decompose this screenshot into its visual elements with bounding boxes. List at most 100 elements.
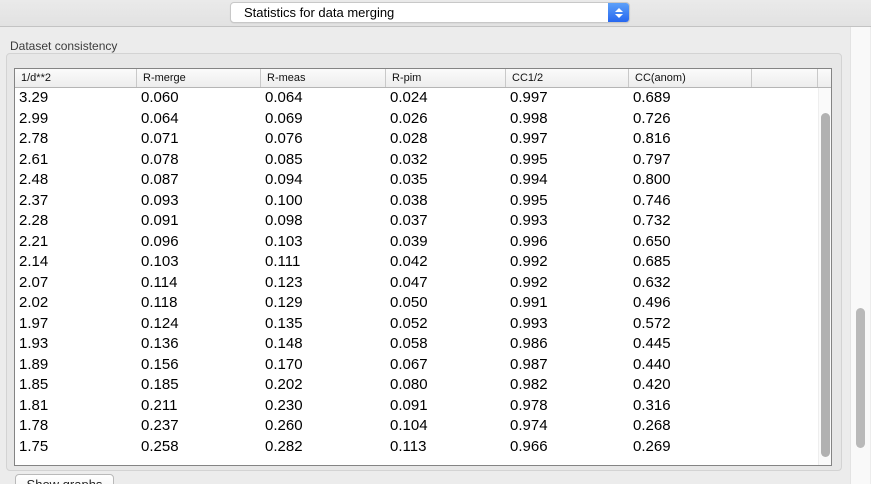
table-row[interactable]: 2.480.0870.0940.0350.9940.800 xyxy=(15,170,818,191)
table-cell: 0.028 xyxy=(386,129,506,150)
column-header-0[interactable]: 1/d**2 xyxy=(15,69,137,87)
table-cell: 0.050 xyxy=(386,293,506,314)
column-header-3[interactable]: R-pim xyxy=(386,69,506,87)
table-cell: 0.797 xyxy=(629,150,752,171)
table-cell: 0.269 xyxy=(629,437,752,458)
table-cell: 0.035 xyxy=(386,170,506,191)
table-row[interactable]: 1.970.1240.1350.0520.9930.572 xyxy=(15,314,818,335)
table-row[interactable]: 3.290.0600.0640.0240.9970.689 xyxy=(15,88,818,109)
table-cell: 2.48 xyxy=(15,170,137,191)
table-scrollbar-thumb[interactable] xyxy=(821,113,830,457)
table-cell: 0.042 xyxy=(386,252,506,273)
table-row[interactable]: 1.810.2110.2300.0910.9780.316 xyxy=(15,396,818,417)
table-row[interactable]: 2.370.0930.1000.0380.9950.746 xyxy=(15,191,818,212)
statistics-table: 1/d**2R-mergeR-measR-pimCC1/2CC(anom) 3.… xyxy=(14,68,832,466)
table-cell: 1.85 xyxy=(15,375,137,396)
table-row[interactable]: 2.070.1140.1230.0470.9920.632 xyxy=(15,273,818,294)
table-row[interactable]: 1.930.1360.1480.0580.9860.445 xyxy=(15,334,818,355)
popup-selected-value: Statistics for data merging xyxy=(244,3,394,22)
show-graphs-button[interactable]: Show graphs xyxy=(15,474,114,484)
table-cell: 0.038 xyxy=(386,191,506,212)
window-scrollbar-thumb[interactable] xyxy=(856,308,865,448)
table-cell: 0.992 xyxy=(506,252,629,273)
table-cell: 2.14 xyxy=(15,252,137,273)
table-cell: 0.420 xyxy=(629,375,752,396)
table-cell: 0.080 xyxy=(386,375,506,396)
table-cell: 0.071 xyxy=(137,129,261,150)
table-cell: 0.995 xyxy=(506,150,629,171)
chevron-up-down-icon xyxy=(608,3,629,22)
column-header-4[interactable]: CC1/2 xyxy=(506,69,629,87)
table-row[interactable]: 2.020.1180.1290.0500.9910.496 xyxy=(15,293,818,314)
table-cell: 0.992 xyxy=(506,273,629,294)
table-cell: 0.726 xyxy=(629,109,752,130)
statistics-popup-button[interactable]: Statistics for data merging xyxy=(230,2,630,23)
table-cell: 0.085 xyxy=(261,150,386,171)
table-cell: 0.098 xyxy=(261,211,386,232)
table-cell: 0.024 xyxy=(386,88,506,109)
table-cell: 0.114 xyxy=(137,273,261,294)
app-window: Statistics for data merging Dataset cons… xyxy=(0,0,871,484)
table-cell: 1.93 xyxy=(15,334,137,355)
table-cell: 1.75 xyxy=(15,437,137,458)
table-header: 1/d**2R-mergeR-measR-pimCC1/2CC(anom) xyxy=(15,69,831,88)
table-cell: 0.978 xyxy=(506,396,629,417)
table-cell: 0.997 xyxy=(506,88,629,109)
table-cell: 0.632 xyxy=(629,273,752,294)
table-row[interactable]: 2.140.1030.1110.0420.9920.685 xyxy=(15,252,818,273)
table-cell: 0.732 xyxy=(629,211,752,232)
table-cell: 0.111 xyxy=(261,252,386,273)
table-cell: 0.230 xyxy=(261,396,386,417)
table-cell: 0.993 xyxy=(506,211,629,232)
table-row[interactable]: 2.610.0780.0850.0320.9950.797 xyxy=(15,150,818,171)
table-cell: 0.185 xyxy=(137,375,261,396)
table-cell: 0.994 xyxy=(506,170,629,191)
table-cell: 0.746 xyxy=(629,191,752,212)
table-cell: 0.996 xyxy=(506,232,629,253)
column-header-5[interactable]: CC(anom) xyxy=(629,69,752,87)
column-header-1[interactable]: R-merge xyxy=(137,69,261,87)
table-cell: 2.21 xyxy=(15,232,137,253)
table-cell: 0.170 xyxy=(261,355,386,376)
table-cell: 0.268 xyxy=(629,416,752,437)
table-row[interactable]: 1.780.2370.2600.1040.9740.268 xyxy=(15,416,818,437)
table-row[interactable]: 2.210.0960.1030.0390.9960.650 xyxy=(15,232,818,253)
table-cell: 0.091 xyxy=(386,396,506,417)
table-row[interactable]: 1.890.1560.1700.0670.9870.440 xyxy=(15,355,818,376)
table-cell: 0.058 xyxy=(386,334,506,355)
table-cell: 0.445 xyxy=(629,334,752,355)
table-cell: 0.067 xyxy=(386,355,506,376)
table-cell: 2.07 xyxy=(15,273,137,294)
table-cell: 0.991 xyxy=(506,293,629,314)
table-row[interactable]: 1.850.1850.2020.0800.9820.420 xyxy=(15,375,818,396)
table-row[interactable]: 1.750.2580.2820.1130.9660.269 xyxy=(15,437,818,458)
table-cell: 0.069 xyxy=(261,109,386,130)
table-cell: 0.156 xyxy=(137,355,261,376)
table-row[interactable]: 2.280.0910.0980.0370.9930.732 xyxy=(15,211,818,232)
table-cell: 0.685 xyxy=(629,252,752,273)
toolbar: Statistics for data merging xyxy=(0,0,871,27)
table-cell: 0.237 xyxy=(137,416,261,437)
table-scrollbar[interactable] xyxy=(818,88,831,465)
table-cell: 0.104 xyxy=(386,416,506,437)
column-header-2[interactable]: R-meas xyxy=(261,69,386,87)
table-cell: 0.100 xyxy=(261,191,386,212)
table-cell: 0.572 xyxy=(629,314,752,335)
table-cell: 0.496 xyxy=(629,293,752,314)
table-cell: 0.800 xyxy=(629,170,752,191)
table-cell: 0.039 xyxy=(386,232,506,253)
window-scrollbar[interactable] xyxy=(850,27,870,484)
table-cell: 0.076 xyxy=(261,129,386,150)
table-cell: 0.998 xyxy=(506,109,629,130)
table-cell: 0.974 xyxy=(506,416,629,437)
table-row[interactable]: 2.990.0640.0690.0260.9980.726 xyxy=(15,109,818,130)
table-row[interactable]: 2.780.0710.0760.0280.9970.816 xyxy=(15,129,818,150)
table-cell: 2.99 xyxy=(15,109,137,130)
table-cell: 0.087 xyxy=(137,170,261,191)
table-cell: 0.064 xyxy=(137,109,261,130)
table-body: 3.290.0600.0640.0240.9970.6892.990.0640.… xyxy=(15,88,818,465)
table-cell: 0.052 xyxy=(386,314,506,335)
chevron-up-icon xyxy=(615,8,623,12)
table-cell: 0.103 xyxy=(137,252,261,273)
table-cell: 0.103 xyxy=(261,232,386,253)
